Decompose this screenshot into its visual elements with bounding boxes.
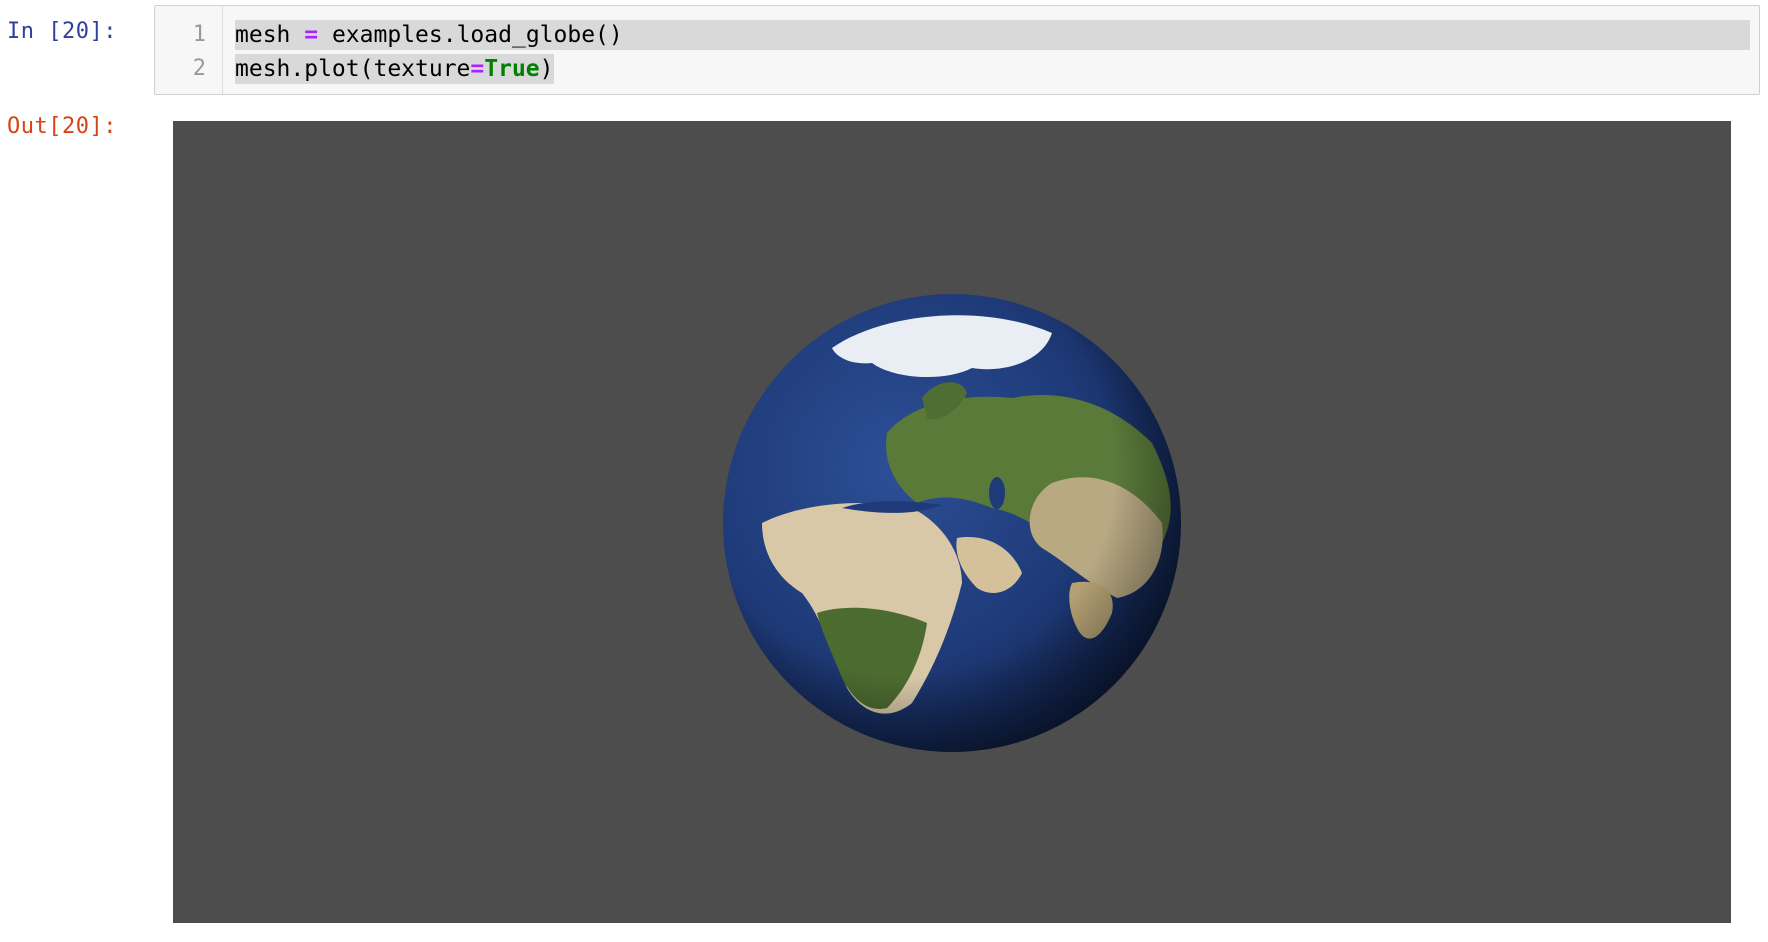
globe-icon[interactable] bbox=[722, 293, 1182, 753]
code-cell-input[interactable]: 1 2 mesh = examples.load_globe() mesh.pl… bbox=[154, 5, 1760, 95]
code-token: mesh bbox=[235, 22, 305, 48]
code-token: examples.load_globe() bbox=[318, 22, 623, 48]
code-token: mesh.plot(texture bbox=[235, 56, 471, 82]
code-token-operator: = bbox=[304, 22, 319, 48]
code-token: ) bbox=[539, 56, 554, 82]
code-line[interactable]: mesh.plot(texture=True) bbox=[235, 54, 554, 84]
render-window[interactable] bbox=[173, 121, 1731, 923]
line-number: 2 bbox=[192, 56, 206, 81]
output-prompt: Out[20]: bbox=[7, 114, 117, 139]
code-token-keyword: True bbox=[484, 56, 540, 82]
line-number: 1 bbox=[192, 22, 206, 47]
code-line[interactable]: mesh = examples.load_globe() bbox=[235, 20, 1750, 50]
code-token-operator: = bbox=[470, 56, 485, 82]
input-prompt: In [20]: bbox=[7, 19, 117, 44]
line-number-gutter: 1 2 bbox=[155, 6, 223, 94]
